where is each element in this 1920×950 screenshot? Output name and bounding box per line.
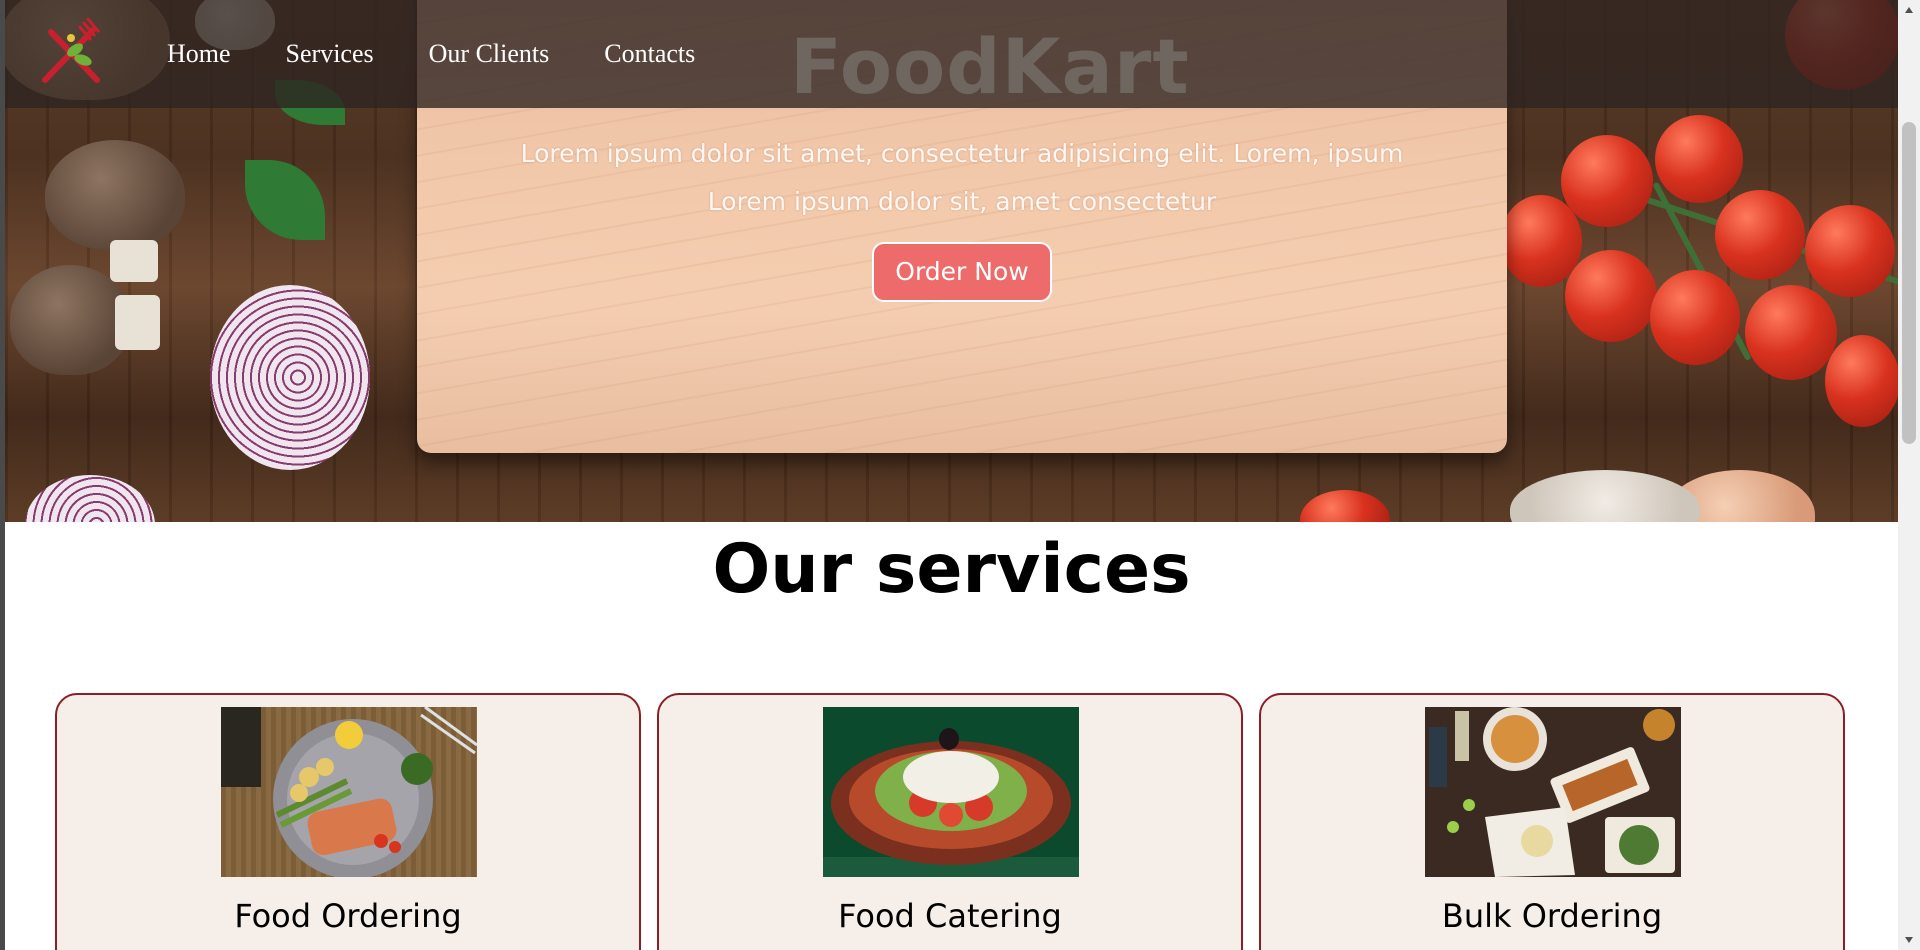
- chevron-down-icon[interactable]: [1898, 930, 1920, 950]
- service-card-food-ordering[interactable]: Food Ordering: [55, 693, 641, 950]
- nav-home[interactable]: Home: [167, 39, 231, 69]
- service-card-food-catering[interactable]: Food Catering: [657, 693, 1243, 950]
- salmon-plate-image: [221, 707, 477, 877]
- onion-image: [210, 285, 370, 470]
- tomato-image: [1655, 115, 1743, 203]
- page: Lorem ipsum dolor sit amet, consectetur …: [0, 0, 1898, 950]
- hero-tagline-line-1: Lorem ipsum dolor sit amet, consectetur …: [520, 139, 1404, 168]
- nav-contacts[interactable]: Contacts: [604, 39, 695, 69]
- nav-our-clients[interactable]: Our Clients: [429, 39, 550, 69]
- service-card-title: Bulk Ordering: [1441, 897, 1663, 935]
- tomato-image: [1745, 285, 1837, 380]
- mushroom-stem-image: [110, 240, 158, 282]
- vertical-scrollbar[interactable]: [1898, 0, 1920, 950]
- hero-tagline-line-2: Lorem ipsum dolor sit, amet consectetur: [707, 187, 1217, 216]
- tomato-image: [1565, 250, 1657, 342]
- service-card-title: Food Catering: [838, 897, 1062, 935]
- hero-text: Lorem ipsum dolor sit amet, consectetur …: [417, 130, 1507, 302]
- mushroom-stem-image: [115, 295, 160, 350]
- mushroom-image: [45, 140, 185, 250]
- tomato-image: [1650, 270, 1740, 365]
- order-now-button[interactable]: Order Now: [872, 242, 1052, 302]
- services-heading: Our services: [712, 530, 1191, 609]
- tomato-image: [1715, 190, 1805, 280]
- navbar: Home Services Our Clients Contacts FoodK…: [5, 0, 1898, 111]
- tomato-image: [1825, 335, 1898, 427]
- mushroom-image: [10, 265, 130, 375]
- service-card-bulk-ordering[interactable]: Bulk Ordering: [1259, 693, 1845, 950]
- bowl-image: [1510, 470, 1700, 522]
- chevron-up-icon[interactable]: [1898, 0, 1920, 20]
- main-nav: Home Services Our Clients Contacts: [167, 0, 695, 108]
- fork-knife-logo-icon[interactable]: [35, 18, 107, 90]
- basil-leaf-image: [245, 160, 325, 240]
- salad-plate-image: [823, 707, 1079, 877]
- scrollbar-thumb[interactable]: [1902, 122, 1916, 444]
- tomato-image: [1561, 135, 1653, 227]
- party-food-spread-image: [1425, 707, 1681, 877]
- brand-title: FoodKart: [790, 22, 1190, 111]
- service-card-title: Food Ordering: [234, 897, 462, 935]
- tomato-image: [1300, 490, 1390, 522]
- onion-image: [25, 475, 155, 522]
- tomato-image: [1805, 205, 1895, 297]
- nav-services[interactable]: Services: [286, 39, 374, 69]
